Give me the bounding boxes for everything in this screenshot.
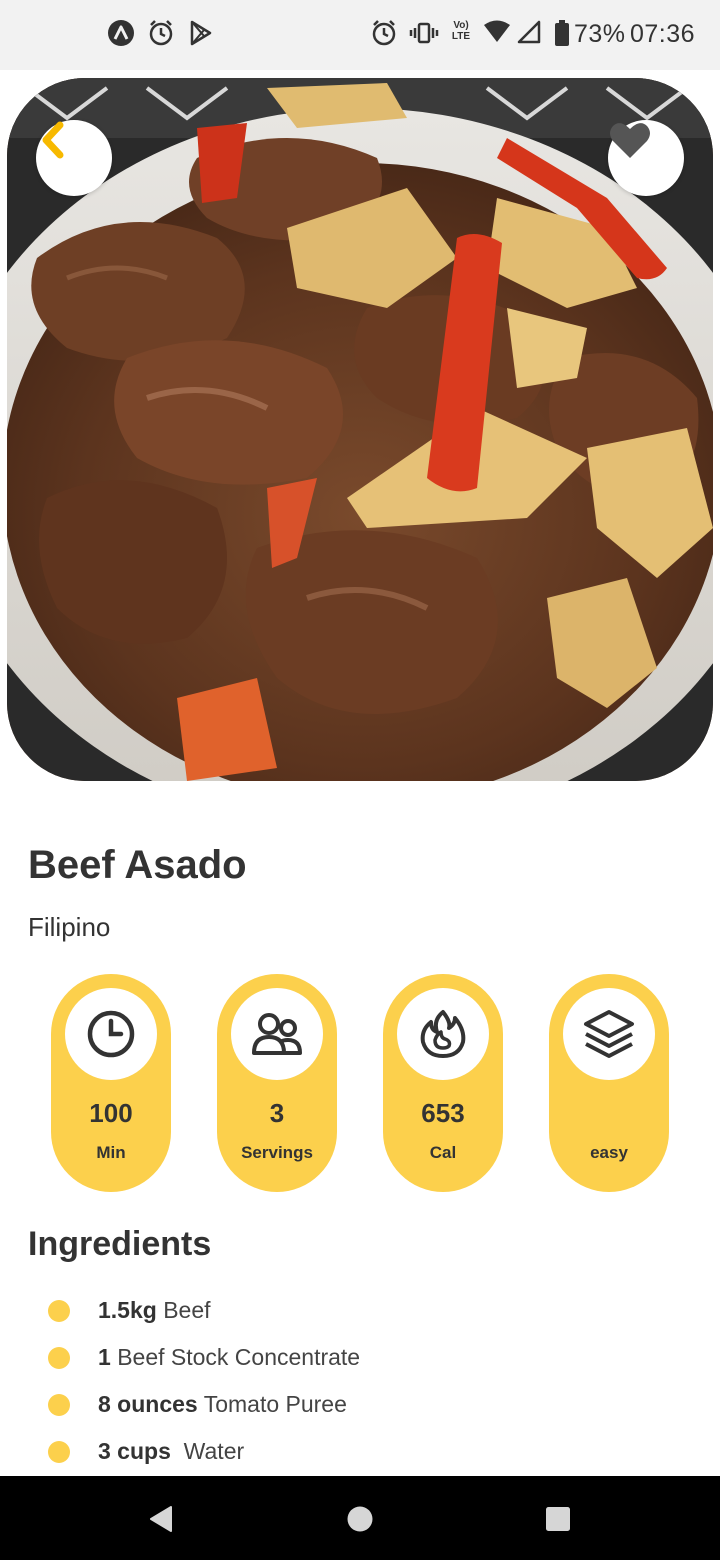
stat-value: 100 (89, 1098, 133, 1128)
ingredients-heading: Ingredients (28, 1225, 212, 1263)
alarm-icon (371, 19, 397, 47)
nav-recents-button[interactable] (541, 1502, 575, 1536)
back-button[interactable] (36, 120, 112, 196)
volte-label: Vo) LTE (451, 20, 471, 42)
clock-icon (65, 988, 157, 1080)
signal-icon (517, 19, 541, 45)
stat-value: 653 (421, 1098, 465, 1128)
ingredient-qty: 8 ounces (98, 1391, 198, 1417)
layers-icon (563, 988, 655, 1080)
app-a-icon (107, 19, 135, 47)
wifi-icon (483, 19, 511, 45)
status-bar: Vo) LTE 73% 07:36 (0, 0, 720, 70)
stat-value: 3 (269, 1098, 285, 1128)
battery-icon (554, 19, 570, 47)
stat-card-calories: 653 Cal (383, 974, 503, 1192)
alarm-icon (148, 19, 174, 47)
ingredient-name: Water (177, 1438, 245, 1464)
bullet-dot (48, 1347, 70, 1369)
battery-percent: 73% (574, 20, 626, 48)
vibrate-icon (409, 19, 439, 47)
bullet-dot (48, 1300, 70, 1322)
home-circle-icon (347, 1506, 373, 1532)
stat-unit: Servings (241, 1143, 313, 1162)
stat-unit: Cal (429, 1143, 457, 1162)
stat-card-time: 100 Min (51, 974, 171, 1192)
heart-icon (610, 123, 650, 158)
ingredient-name: Beef Stock Concentrate (117, 1344, 361, 1370)
stat-unit: easy (590, 1143, 628, 1162)
recipe-stats: 100 Min 3 Servings 653 Cal easy (51, 974, 669, 1192)
nav-home-button[interactable] (343, 1502, 377, 1536)
ingredient-qty: 3 cups (98, 1438, 171, 1464)
fire-icon (397, 988, 489, 1080)
back-triangle-icon (150, 1506, 172, 1532)
ingredient-name: Tomato Puree (203, 1391, 347, 1417)
recipe-title: Beef Asado (28, 843, 247, 887)
play-store-icon (188, 19, 214, 47)
list-item: 1 Beef Stock Concentrate (48, 1342, 688, 1382)
nav-back-button[interactable] (144, 1502, 178, 1536)
list-item: 8 ounces Tomato Puree (48, 1389, 688, 1429)
ingredient-qty: 1.5kg (98, 1297, 157, 1323)
stat-card-servings: 3 Servings (217, 974, 337, 1192)
list-item: 3 cups Water (48, 1436, 688, 1476)
recents-square-icon (546, 1507, 570, 1531)
stat-unit: Min (96, 1143, 126, 1162)
ingredient-qty: 1 (98, 1344, 111, 1370)
clock-time: 07:36 (630, 20, 696, 48)
beef-asado-photo (7, 78, 713, 781)
favorite-button[interactable] (608, 120, 684, 196)
system-nav-bar (0, 1476, 720, 1560)
bullet-dot (48, 1394, 70, 1416)
recipe-cuisine: Filipino (28, 912, 111, 942)
bullet-dot (48, 1441, 70, 1463)
list-item: 1.5kg Beef (48, 1295, 688, 1335)
volte-icon: Vo) LTE (448, 20, 474, 42)
chevron-left-icon (42, 121, 64, 159)
stat-card-difficulty: easy (549, 974, 669, 1192)
recipe-photo (7, 78, 713, 781)
people-icon (231, 988, 323, 1080)
ingredient-name: Beef (163, 1297, 211, 1323)
